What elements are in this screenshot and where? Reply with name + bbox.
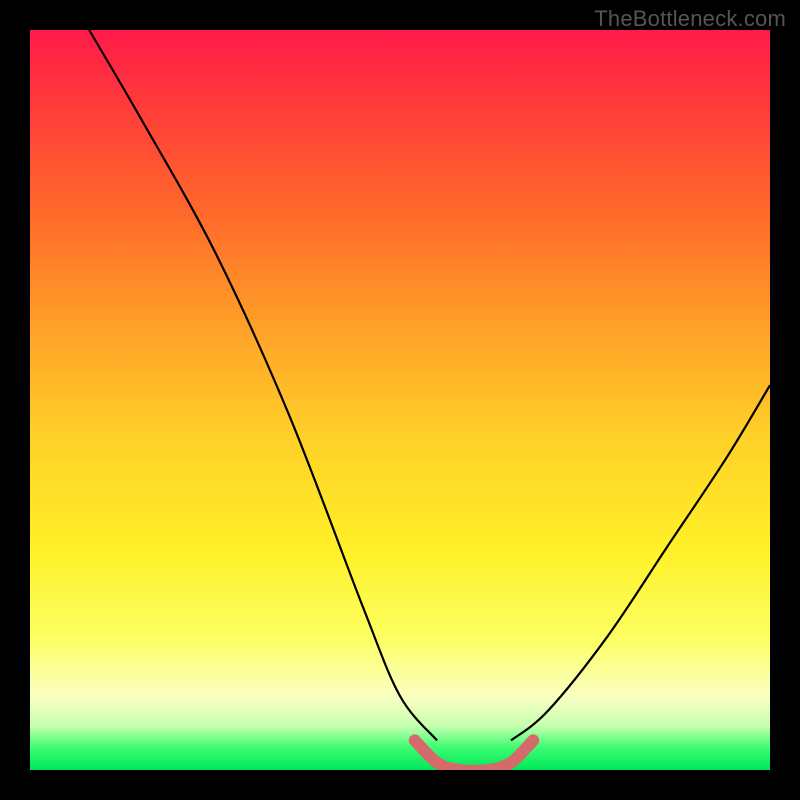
left-curve: [89, 30, 437, 740]
plot-area: [30, 30, 770, 770]
watermark-text: TheBottleneck.com: [594, 6, 786, 32]
bottom-flat-highlight: [415, 740, 533, 770]
chart-svg: [30, 30, 770, 770]
right-curve: [511, 385, 770, 740]
chart-frame: TheBottleneck.com: [0, 0, 800, 800]
